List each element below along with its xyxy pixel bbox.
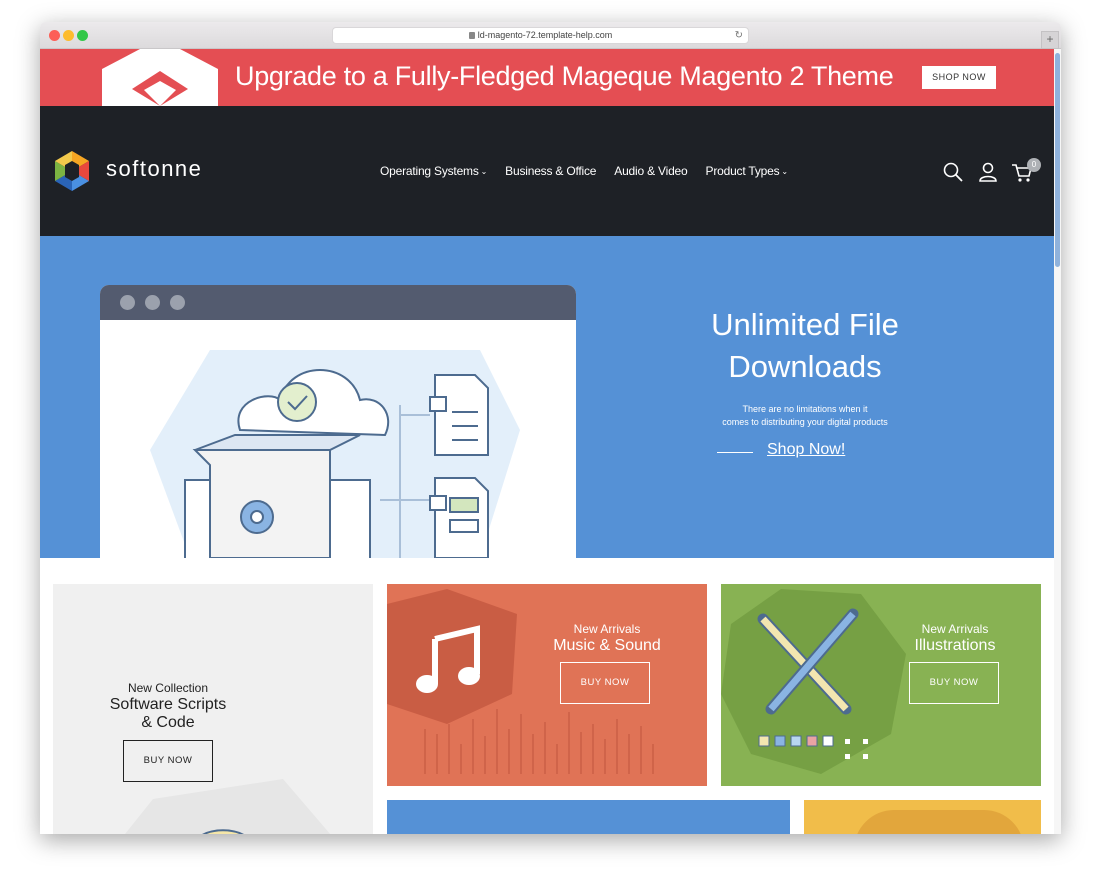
card-eyebrow: New Collection — [127, 681, 209, 695]
address-url: ld-magento-72.template-help.com — [477, 30, 613, 40]
card-partial-blue[interactable] — [387, 800, 790, 834]
new-tab-button[interactable]: + — [1041, 31, 1059, 49]
hero-banner: Unlimited File Downloads There are no li… — [40, 236, 1054, 558]
zoom-window-button[interactable] — [77, 30, 88, 41]
cloud-documents-illustration-icon — [150, 350, 520, 558]
card-title-line: & Code — [141, 714, 195, 731]
hero-title-line: Unlimited File — [711, 307, 899, 342]
nav-item-label: Operating Systems — [380, 164, 479, 178]
promo-text: Upgrade to a Fully-Fledged Mageque Magen… — [235, 61, 894, 92]
browser-titlebar: ld-magento-72.template-help.com ↻ + — [40, 22, 1061, 49]
card-eyebrow: New Arrivals — [573, 622, 641, 636]
hero-illustration — [100, 285, 576, 558]
minimize-window-button[interactable] — [63, 30, 74, 41]
card-title: Music & Sound — [553, 637, 661, 654]
main-nav: Operating Systems ⌄ Business & Office Aud… — [380, 164, 788, 178]
chevron-down-icon: ⌄ — [480, 167, 488, 176]
buy-now-button[interactable]: BUY NOW — [909, 662, 999, 704]
card-partial-yellow[interactable] — [804, 800, 1041, 834]
nav-item-label: Business & Office — [505, 164, 597, 178]
browser-window: ld-magento-72.template-help.com ↻ + Upgr… — [40, 22, 1061, 834]
hero-title: Unlimited File Downloads — [650, 304, 960, 388]
lock-icon — [468, 32, 475, 39]
card-illustrations[interactable]: New Arrivals Illustrations BUY NOW — [721, 584, 1041, 786]
card-illustration — [854, 810, 1024, 834]
hero-subtitle-line: There are no limitations when it — [742, 404, 868, 414]
mageque-logo-icon — [102, 49, 218, 106]
promo-text-strong: Mageque Magento 2 Theme — [561, 61, 894, 91]
hero-subtitle: There are no limitations when it comes t… — [660, 403, 950, 429]
card-title-line: Software Scripts — [109, 696, 227, 713]
cart-count-badge: 0 — [1027, 158, 1041, 172]
card-eyebrow: New Arrivals — [921, 622, 989, 636]
mock-dot — [120, 295, 135, 310]
card-software-scripts[interactable]: New Collection Software Scripts & Code B… — [53, 584, 373, 834]
hero-cta-dash — [717, 452, 753, 453]
music-note-icon — [387, 589, 654, 774]
nav-item-label: Audio & Video — [614, 164, 688, 178]
page-viewport: Upgrade to a Fully-Fledged Mageque Magen… — [40, 49, 1054, 834]
mock-browser-bar — [100, 285, 576, 320]
scrollbar-thumb[interactable] — [1055, 53, 1060, 267]
mock-dot — [145, 295, 160, 310]
hero-title-line: Downloads — [728, 349, 882, 384]
nav-item-operating-systems[interactable]: Operating Systems ⌄ — [380, 164, 487, 178]
hexagon-decoration-icon — [125, 779, 331, 834]
nav-item-business-office[interactable]: Business & Office — [505, 164, 596, 178]
buy-now-button[interactable]: BUY NOW — [123, 740, 213, 782]
hero-shop-now-link[interactable]: Shop Now! — [767, 441, 845, 459]
promo-shop-now-button[interactable]: SHOP NOW — [922, 66, 996, 89]
card-title: Illustrations — [914, 637, 996, 654]
reload-icon[interactable]: ↻ — [735, 28, 743, 43]
promo-text-prefix: Upgrade to a Fully-Fledged — [235, 61, 562, 91]
card-title: Software Scripts & Code — [53, 696, 283, 732]
close-window-button[interactable] — [49, 30, 60, 41]
page-scrollbar[interactable] — [1054, 49, 1061, 834]
search-icon[interactable] — [942, 161, 964, 183]
softonne-logo-icon[interactable] — [52, 151, 92, 191]
nav-item-label: Product Types — [705, 164, 780, 178]
site-logo-text[interactable]: softonne — [106, 156, 202, 182]
address-bar[interactable]: ld-magento-72.template-help.com ↻ — [332, 27, 749, 44]
mock-dot — [170, 295, 185, 310]
buy-now-button[interactable]: BUY NOW — [560, 662, 650, 704]
site-header: softonne Operating Systems ⌄ Business & O… — [40, 106, 1054, 236]
user-icon[interactable] — [977, 161, 999, 183]
card-music-sound[interactable]: New Arrivals Music & Sound BUY NOW — [387, 584, 707, 786]
nav-item-audio-video[interactable]: Audio & Video — [614, 164, 687, 178]
promo-banner[interactable]: Upgrade to a Fully-Fledged Mageque Magen… — [40, 49, 1054, 106]
nav-item-product-types[interactable]: Product Types ⌄ — [705, 164, 789, 178]
chevron-down-icon: ⌄ — [781, 167, 788, 176]
hero-subtitle-line: comes to distributing your digital produ… — [722, 417, 888, 427]
